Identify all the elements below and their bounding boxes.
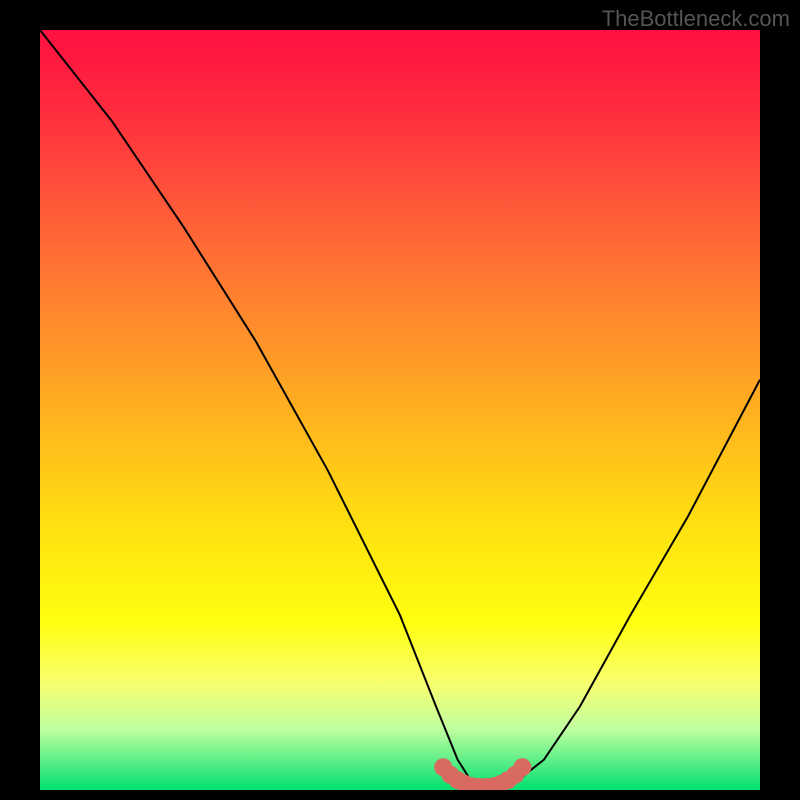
watermark-text: TheBottleneck.com [602, 6, 790, 32]
chart-panel [40, 30, 760, 790]
chart-markers [434, 758, 531, 790]
chart-overlay-svg [40, 30, 760, 790]
chart-marker [513, 758, 531, 776]
chart-curve [40, 30, 760, 790]
